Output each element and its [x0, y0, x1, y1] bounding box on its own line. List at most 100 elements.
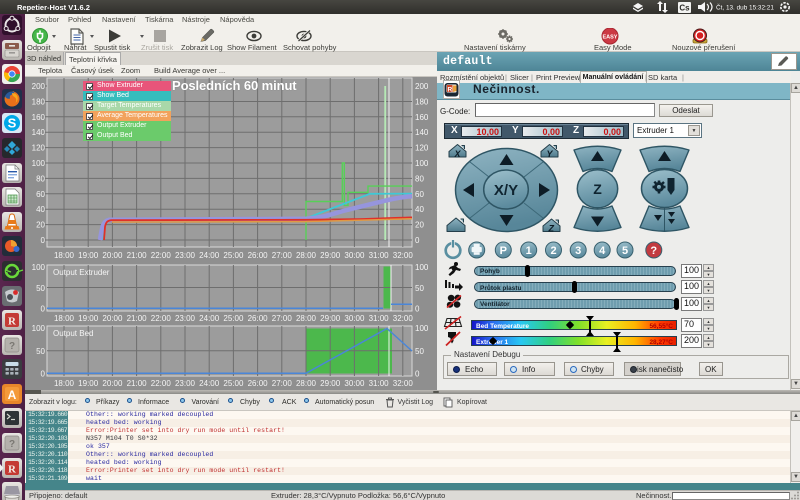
svg-text:2: 2 — [550, 245, 556, 257]
svg-text:28:00: 28:00 — [296, 379, 317, 388]
svg-text:60: 60 — [36, 190, 45, 199]
svg-text:0: 0 — [41, 370, 46, 379]
svg-text:S: S — [8, 116, 17, 131]
svg-text:R: R — [447, 87, 452, 94]
svg-text:30:00: 30:00 — [344, 314, 365, 323]
svg-text:20:00: 20:00 — [102, 251, 123, 260]
svg-text:25:00: 25:00 — [223, 251, 244, 260]
svg-text:120: 120 — [32, 144, 46, 153]
svg-text:EASY: EASY — [603, 35, 618, 41]
svg-text:40: 40 — [415, 205, 424, 214]
svg-text:30:00: 30:00 — [344, 379, 365, 388]
svg-text:140: 140 — [415, 128, 429, 137]
svg-text:0: 0 — [415, 305, 420, 314]
svg-text:X: X — [454, 149, 462, 159]
svg-text:31:00: 31:00 — [369, 251, 390, 260]
svg-text:Output Bed: Output Bed — [53, 329, 93, 338]
svg-text:Y: Y — [547, 149, 554, 159]
svg-text:21:00: 21:00 — [127, 314, 148, 323]
svg-text:80: 80 — [36, 174, 45, 183]
svg-text:32:00: 32:00 — [393, 379, 414, 388]
svg-text:26:00: 26:00 — [248, 251, 269, 260]
svg-text:28:00: 28:00 — [296, 314, 317, 323]
svg-text:200: 200 — [415, 82, 429, 91]
svg-text:25:00: 25:00 — [223, 379, 244, 388]
svg-text:0: 0 — [415, 370, 420, 379]
svg-text:180: 180 — [415, 97, 429, 106]
svg-text:20:00: 20:00 — [102, 314, 123, 323]
svg-text:30:00: 30:00 — [344, 251, 365, 260]
svg-text:100: 100 — [415, 159, 429, 168]
svg-text:0: 0 — [41, 305, 46, 314]
svg-text:29:00: 29:00 — [320, 314, 341, 323]
svg-text:26:00: 26:00 — [248, 379, 269, 388]
svg-text:27:00: 27:00 — [272, 314, 293, 323]
svg-text:24:00: 24:00 — [199, 314, 220, 323]
svg-text:100: 100 — [32, 324, 46, 333]
svg-text:100: 100 — [415, 324, 429, 333]
svg-text:100: 100 — [415, 263, 429, 272]
svg-text:1: 1 — [526, 245, 532, 257]
svg-text:50: 50 — [415, 284, 424, 293]
svg-text:50: 50 — [415, 347, 424, 356]
svg-text:Output Extruder: Output Extruder — [53, 268, 110, 277]
svg-text:20: 20 — [36, 221, 45, 230]
svg-text:19:00: 19:00 — [78, 379, 99, 388]
svg-text:4: 4 — [599, 245, 606, 257]
svg-text:0: 0 — [41, 236, 46, 245]
svg-text:20:00: 20:00 — [102, 379, 123, 388]
svg-text:26:00: 26:00 — [248, 314, 269, 323]
svg-text:19:00: 19:00 — [78, 251, 99, 260]
svg-text:18:00: 18:00 — [54, 379, 75, 388]
svg-text:P: P — [500, 245, 507, 257]
svg-text:?: ? — [650, 245, 657, 257]
svg-text:23:00: 23:00 — [175, 314, 196, 323]
svg-text:60: 60 — [415, 190, 424, 199]
svg-text:R: R — [8, 464, 17, 476]
svg-text:40: 40 — [36, 205, 45, 214]
svg-text:Z: Z — [548, 224, 555, 234]
svg-text:21:00: 21:00 — [127, 379, 148, 388]
svg-text:140: 140 — [32, 128, 46, 137]
svg-text:160: 160 — [32, 113, 46, 122]
svg-text:180: 180 — [32, 97, 46, 106]
svg-text:27:00: 27:00 — [272, 251, 293, 260]
svg-text:22:00: 22:00 — [151, 379, 172, 388]
svg-text:21:00: 21:00 — [127, 251, 148, 260]
svg-text:32:00: 32:00 — [393, 251, 414, 260]
svg-text:22:00: 22:00 — [151, 314, 172, 323]
svg-text:27:00: 27:00 — [272, 379, 293, 388]
svg-text:Cs: Cs — [679, 4, 690, 13]
svg-text:18:00: 18:00 — [54, 251, 75, 260]
svg-text:0: 0 — [415, 236, 420, 245]
svg-text:?: ? — [9, 439, 15, 450]
svg-text:120: 120 — [415, 144, 429, 153]
svg-text:22:00: 22:00 — [151, 251, 172, 260]
svg-text:29:00: 29:00 — [320, 251, 341, 260]
svg-text:100: 100 — [32, 159, 46, 168]
svg-text:31:00: 31:00 — [369, 379, 390, 388]
svg-text:50: 50 — [36, 347, 45, 356]
svg-text:100: 100 — [32, 263, 46, 272]
svg-text:23:00: 23:00 — [175, 251, 196, 260]
svg-text:29:00: 29:00 — [320, 379, 341, 388]
svg-text:160: 160 — [415, 113, 429, 122]
svg-text:3: 3 — [575, 245, 581, 257]
svg-text:31:00: 31:00 — [369, 314, 390, 323]
svg-text:Z: Z — [593, 181, 602, 197]
svg-text:X/Y: X/Y — [494, 182, 518, 199]
svg-text:19:00: 19:00 — [78, 314, 99, 323]
svg-text:50: 50 — [36, 284, 45, 293]
svg-text:Čt, 13. dub 15:32:21: Čt, 13. dub 15:32:21 — [716, 3, 774, 12]
svg-text:25:00: 25:00 — [223, 314, 244, 323]
svg-text:18:00: 18:00 — [54, 314, 75, 323]
svg-text:20: 20 — [415, 221, 424, 230]
svg-text:80: 80 — [415, 174, 424, 183]
svg-text:24:00: 24:00 — [199, 379, 220, 388]
svg-text:200: 200 — [32, 82, 46, 91]
svg-text:24:00: 24:00 — [199, 251, 220, 260]
svg-text:A: A — [8, 388, 17, 402]
svg-text:5: 5 — [622, 245, 628, 257]
svg-text:32:00: 32:00 — [393, 314, 414, 323]
svg-text:28:00: 28:00 — [296, 251, 317, 260]
